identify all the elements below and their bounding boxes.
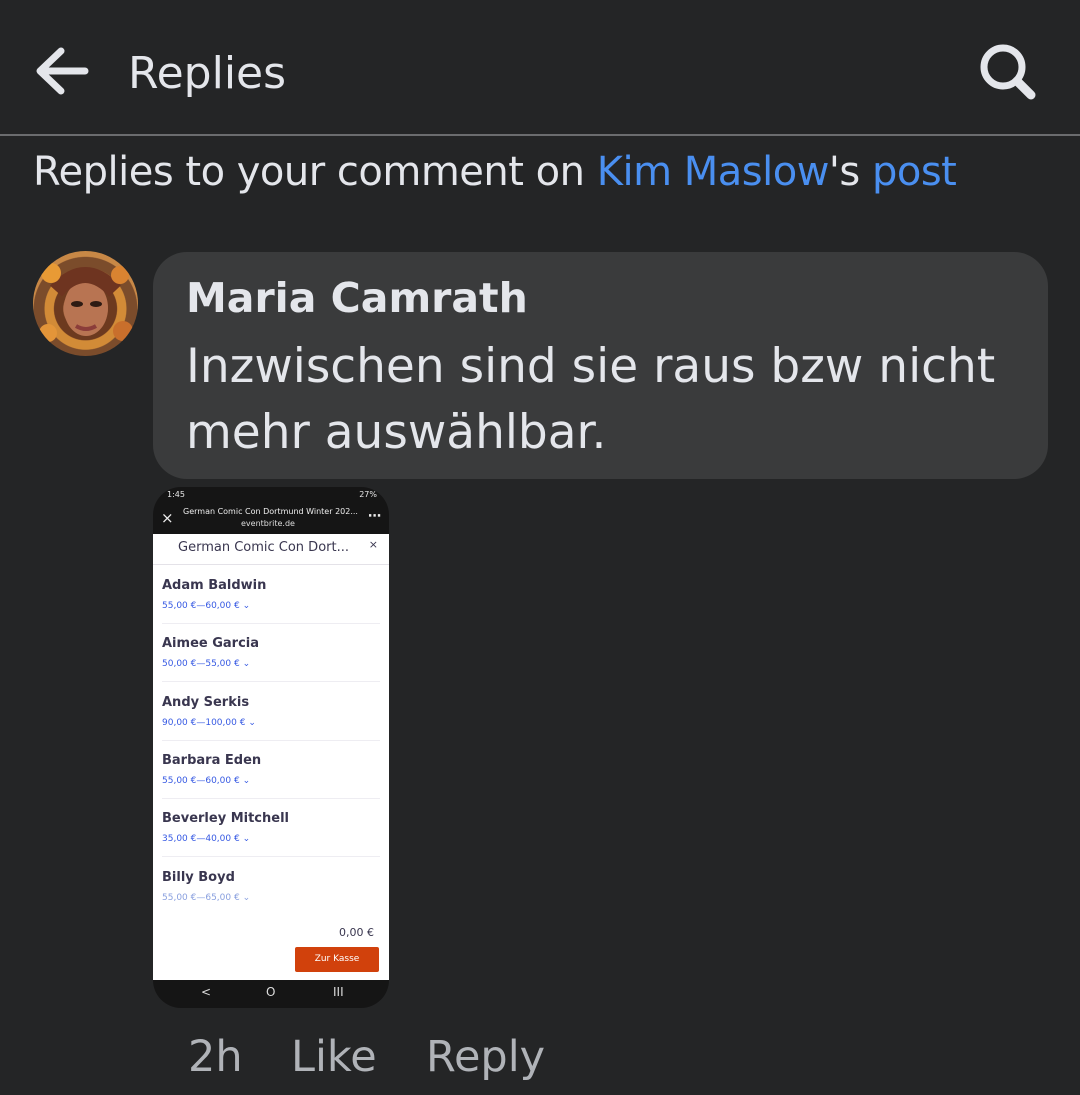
post-link[interactable]: post [872,149,957,195]
ticket-item: Andy Serkis 90,00 €—100,00 € ⌄ [153,683,389,741]
ticket-divider [162,856,380,857]
chevron-down-icon: ⌄ [242,893,251,903]
phone-status-bar: 1:45 27% [167,490,377,504]
event-divider [153,564,389,565]
reply-context: Replies to your comment on Kim Maslow's … [33,142,957,202]
event-title: German Comic Con Dort... [178,540,349,555]
context-possessive: 's [828,149,872,195]
ticket-item: Barbara Eden 55,00 €—60,00 € ⌄ [153,741,389,799]
android-back-icon: < [201,985,212,999]
event-close-icon: × [368,538,378,551]
phone-navigation-bar: < O III [153,980,389,1008]
context-prefix: Replies to your comment on [33,149,597,195]
ticket-name: Adam Baldwin [162,578,267,593]
reply-button[interactable]: Reply [426,1025,545,1089]
chevron-down-icon: ⌄ [242,659,251,669]
search-icon [980,44,1036,100]
ticket-item: Beverley Mitchell 35,00 €—40,00 € ⌄ [153,799,389,857]
ticket-item: Adam Baldwin 55,00 €—60,00 € ⌄ [153,566,389,624]
arrow-left-icon [36,47,89,95]
top-bar: Replies [0,0,1080,136]
ticket-price: 35,00 €—40,00 € ⌄ [162,834,251,844]
ticket-name: Beverley Mitchell [162,811,289,826]
ticket-divider [162,681,380,682]
search-button[interactable] [970,36,1042,108]
chevron-down-icon: ⌄ [242,601,251,611]
browser-menu-icon: ⋯ [368,509,381,524]
android-recent-icon: III [333,985,344,999]
phone-time: 1:45 [167,490,185,499]
comment-author[interactable]: Maria Camrath [186,268,528,328]
ticket-price: 55,00 €—65,00 € ⌄ [162,893,251,903]
ticket-price: 55,00 €—60,00 € ⌄ [162,776,251,786]
avatar[interactable] [33,251,138,356]
ticket-item: Billy Boyd 55,00 €—65,00 € ⌄ [153,858,389,916]
ticket-price: 90,00 €—100,00 € ⌄ [162,718,256,728]
comment-text: Inzwischen sind sie raus bzw nicht mehr … [186,339,996,460]
browser-close-icon: × [161,509,174,527]
android-home-icon: O [266,985,276,999]
browser-title: German Comic Con Dortmund Winter 202... [183,507,358,516]
back-button[interactable] [28,36,98,106]
ticket-name: Andy Serkis [162,695,250,710]
ticket-price: 50,00 €—55,00 € ⌄ [162,659,251,669]
ticket-item: Aimee Garcia 50,00 €—55,00 € ⌄ [153,624,389,682]
eventbrite-screen: German Comic Con Dort... × Adam Baldwin … [153,534,389,980]
page-title: Replies [128,48,287,99]
phone-browser-bar: × German Comic Con Dortmund Winter 202..… [153,505,389,533]
kim-maslow-link[interactable]: Kim Maslow [597,149,830,195]
comment-time: 2h [188,1032,243,1082]
battery-level: 27% [359,490,377,499]
chevron-down-icon: ⌄ [242,776,251,786]
chevron-down-icon: ⌄ [242,834,251,844]
cart-total: 0,00 € [339,926,374,939]
like-button[interactable]: Like [291,1025,377,1089]
screenshot-attachment[interactable]: 1:45 27% × German Comic Con Dortmund Win… [153,487,389,1008]
browser-url: eventbrite.de [241,519,295,528]
checkout-button: Zur Kasse [295,947,379,972]
ticket-name: Aimee Garcia [162,636,260,651]
ticket-price: 55,00 €—60,00 € ⌄ [162,601,251,611]
avatar-portrait [39,263,133,342]
ticket-name: Barbara Eden [162,753,262,768]
ticket-name: Billy Boyd [162,870,235,885]
chevron-down-icon: ⌄ [248,718,256,728]
